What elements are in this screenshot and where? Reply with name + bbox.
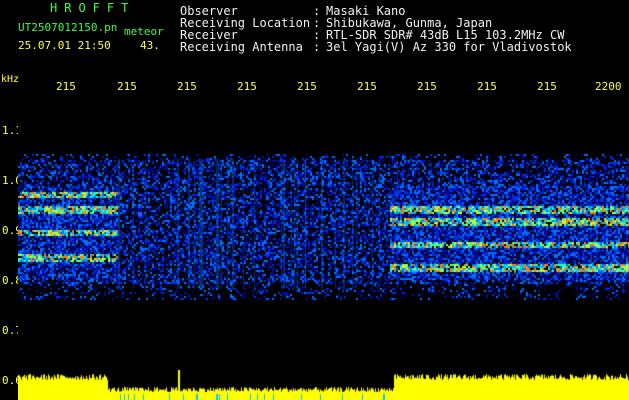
time-tick-10: 2200 [595, 80, 622, 93]
time-tick-3: 215 [177, 80, 197, 93]
signal-level-bars [18, 368, 629, 400]
meteor-tag: meteor [124, 25, 164, 38]
app-title: HROFFT [50, 1, 136, 15]
datetime-label: 25.07.01 21:50 [18, 39, 111, 52]
antenna-label: Receiving Antenna [180, 40, 303, 54]
time-tick-9: 215 [537, 80, 557, 93]
time-tick-8: 215 [477, 80, 497, 93]
time-tick-6: 215 [357, 80, 377, 93]
spectrogram-plot [18, 99, 629, 368]
count-label: 43. [140, 39, 160, 52]
filename-label: UT2507012150.pn [18, 21, 118, 34]
antenna-colon: : [313, 40, 321, 54]
time-tick-1: 215 [56, 80, 76, 93]
time-tick-7: 215 [417, 80, 437, 93]
time-tick-2: 215 [117, 80, 137, 93]
time-tick-4: 215 [237, 80, 257, 93]
antenna-value: 3el Yagi(V) Az 330 for Vladivostok [326, 40, 572, 54]
frequency-unit-label: kHz [1, 74, 20, 85]
time-tick-5: 215 [297, 80, 317, 93]
